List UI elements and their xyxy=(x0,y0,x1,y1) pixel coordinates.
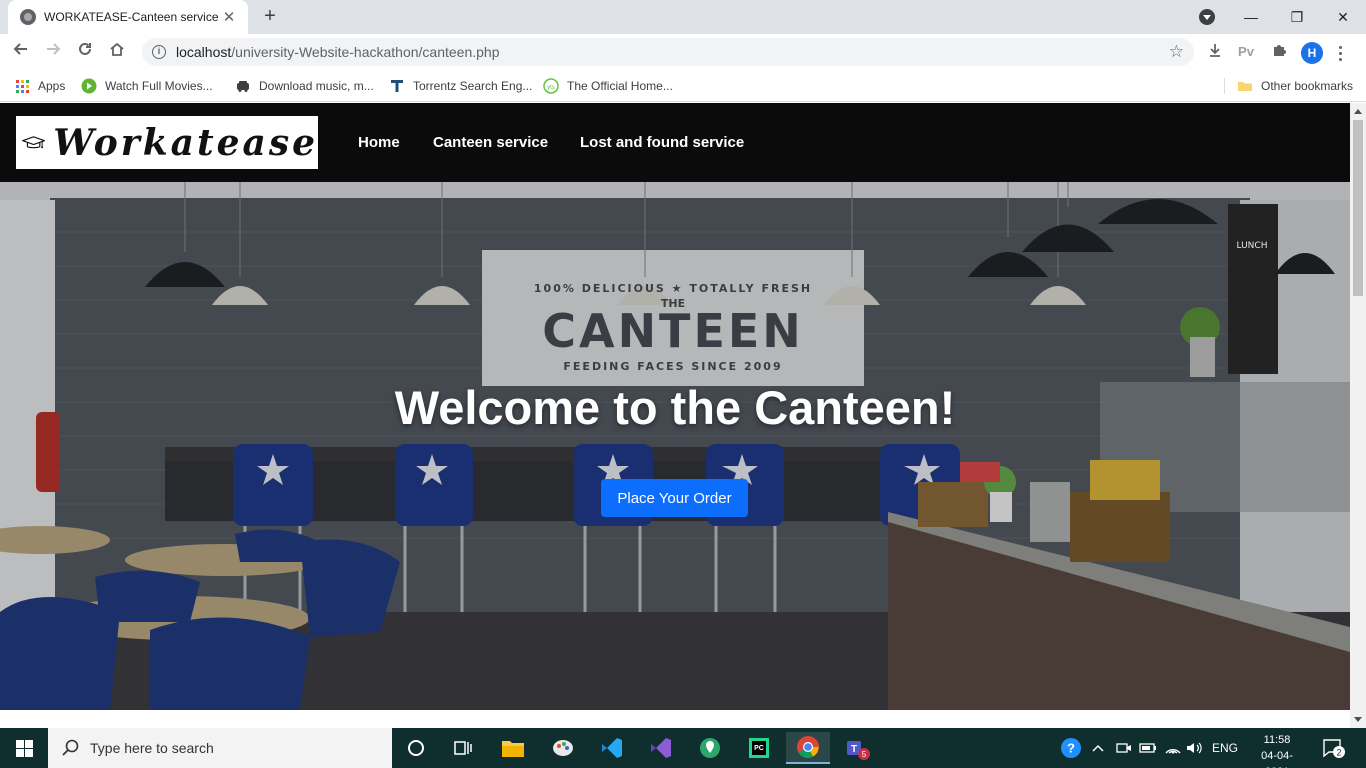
browser-menu-icon[interactable] xyxy=(1332,41,1348,65)
visual-studio-icon[interactable] xyxy=(639,732,683,764)
battery-icon[interactable] xyxy=(1139,728,1157,768)
nav-lost-and-found[interactable]: Lost and found service xyxy=(580,134,744,151)
forward-arrow-icon[interactable] xyxy=(40,39,66,65)
sign-tagline: 100% DELICIOUS ★ TOTALLY FRESH xyxy=(534,282,812,295)
browser-tab-strip: WORKATEASE-Canteen service ✕ + — ❐ ✕ xyxy=(0,0,1366,34)
car-icon xyxy=(235,78,251,94)
close-window-button[interactable]: ✕ xyxy=(1320,0,1366,34)
windows-taskbar: Type here to search PC T5 ? ENG 11:58 04… xyxy=(0,728,1366,768)
torrentz-icon xyxy=(389,78,405,94)
url-host: localhost xyxy=(176,44,232,60)
svg-text:yts: yts xyxy=(547,85,555,91)
vscode-icon[interactable] xyxy=(590,732,634,764)
globe-icon xyxy=(20,9,36,25)
paint-app-icon[interactable] xyxy=(541,732,585,764)
bookmark-apps-label: Apps xyxy=(38,79,66,93)
apps-grid-icon xyxy=(14,78,30,94)
chrome-icon[interactable] xyxy=(786,732,830,764)
close-icon[interactable]: ✕ xyxy=(220,8,238,26)
site-navbar: Workatease Home Canteen service Lost and… xyxy=(0,103,1350,182)
menu-board-label: LUNCH xyxy=(1237,241,1268,251)
bookmark-label: Torrentz Search Eng... xyxy=(413,79,533,93)
back-arrow-icon[interactable] xyxy=(8,39,34,65)
url-path: /university-Website-hackathon/canteen.ph… xyxy=(231,44,500,60)
other-bookmarks[interactable]: Other bookmarks xyxy=(1237,76,1353,96)
extension-pv-icon[interactable]: Pv xyxy=(1236,42,1256,62)
yts-icon: yts xyxy=(543,78,559,94)
file-explorer-icon[interactable] xyxy=(491,732,535,764)
site-logo[interactable]: Workatease xyxy=(16,116,318,169)
play-icon xyxy=(81,78,97,94)
search-icon xyxy=(62,739,79,756)
bookmark-label: The Official Home... xyxy=(567,79,673,93)
scroll-up-icon[interactable] xyxy=(1354,109,1362,114)
teams-badge: 5 xyxy=(862,750,867,759)
bookmark-item[interactable]: Watch Full Movies... xyxy=(81,76,213,96)
svg-text:PC: PC xyxy=(754,745,764,752)
bookmark-item[interactable]: Download music, m... xyxy=(235,76,374,96)
scrollbar-thumb[interactable] xyxy=(1353,120,1363,296)
other-bookmarks-label: Other bookmarks xyxy=(1261,79,1354,93)
svg-text:?: ? xyxy=(1067,741,1075,756)
language-indicator[interactable]: ENG xyxy=(1212,728,1238,768)
teams-icon[interactable]: T5 xyxy=(835,732,879,764)
sign-canteen: CANTEEN xyxy=(542,304,804,358)
tab-search-icon[interactable] xyxy=(1199,9,1215,25)
search-placeholder: Type here to search xyxy=(90,740,214,756)
maps-pin-icon[interactable] xyxy=(688,732,732,764)
download-icon[interactable] xyxy=(1205,42,1225,62)
task-view-icon[interactable] xyxy=(441,732,485,764)
taskbar-search[interactable]: Type here to search xyxy=(48,728,392,768)
help-icon[interactable]: ? xyxy=(1060,728,1082,768)
web-page: Workatease Home Canteen service Lost and… xyxy=(0,103,1350,728)
clock-date: 04-04-2021 xyxy=(1261,750,1293,768)
nav-canteen-service[interactable]: Canteen service xyxy=(433,134,548,151)
volume-icon[interactable] xyxy=(1186,728,1204,768)
clock-time: 11:58 xyxy=(1263,734,1291,746)
bookmark-item[interactable]: yts The Official Home... xyxy=(543,76,673,96)
scroll-down-icon[interactable] xyxy=(1354,717,1362,722)
bookmark-label: Download music, m... xyxy=(259,79,374,93)
tab-title: WORKATEASE-Canteen service xyxy=(44,10,219,24)
reload-icon[interactable] xyxy=(72,39,98,65)
restore-button[interactable]: ❐ xyxy=(1274,0,1320,34)
bookmark-item[interactable]: Torrentz Search Eng... xyxy=(389,76,532,96)
wifi-icon[interactable] xyxy=(1164,728,1182,768)
browser-toolbar: i localhost/university-Website-hackathon… xyxy=(0,34,1366,70)
new-tab-button[interactable]: + xyxy=(258,4,282,28)
profile-avatar[interactable]: H xyxy=(1301,42,1323,64)
home-icon[interactable] xyxy=(104,39,130,65)
browser-tab[interactable]: WORKATEASE-Canteen service ✕ xyxy=(8,0,248,34)
bookmark-star-icon[interactable]: ☆ xyxy=(1169,42,1184,62)
notification-center-icon[interactable]: 2 xyxy=(1322,728,1346,768)
site-info-icon[interactable]: i xyxy=(152,45,166,59)
tray-chevron-icon[interactable] xyxy=(1092,728,1104,768)
graduation-cap-icon xyxy=(22,135,46,148)
bookmark-label: Watch Full Movies... xyxy=(105,79,213,93)
hero-banner: 100% DELICIOUS ★ TOTALLY FRESH THE CANTE… xyxy=(0,182,1350,710)
logo-text: Workatease xyxy=(53,121,318,164)
extensions-puzzle-icon[interactable] xyxy=(1269,42,1289,62)
folder-icon xyxy=(1237,78,1253,94)
minimize-button[interactable]: — xyxy=(1228,0,1274,34)
svg-text:T: T xyxy=(851,744,857,755)
hero-title: Welcome to the Canteen! xyxy=(394,381,956,434)
bookmarks-divider xyxy=(1224,78,1225,94)
pycharm-icon[interactable]: PC xyxy=(737,732,781,764)
page-scrollbar[interactable] xyxy=(1350,103,1366,728)
clock[interactable]: 11:58 04-04-2021 xyxy=(1250,732,1304,768)
windows-logo-icon xyxy=(15,739,33,757)
notification-count: 2 xyxy=(1336,748,1341,758)
start-button[interactable] xyxy=(0,728,48,768)
meet-now-icon[interactable] xyxy=(1116,728,1132,768)
sign-since: FEEDING FACES SINCE 2009 xyxy=(563,360,782,373)
place-order-button[interactable]: Place Your Order xyxy=(601,479,748,517)
address-bar[interactable]: i localhost/university-Website-hackathon… xyxy=(142,38,1194,66)
cortana-icon[interactable] xyxy=(394,732,438,764)
canteen-background-image: 100% DELICIOUS ★ TOTALLY FRESH THE CANTE… xyxy=(0,182,1350,710)
nav-home[interactable]: Home xyxy=(358,134,400,151)
bookmark-apps[interactable]: Apps xyxy=(14,76,65,96)
bookmarks-bar: Apps Watch Full Movies... Download music… xyxy=(0,70,1366,102)
